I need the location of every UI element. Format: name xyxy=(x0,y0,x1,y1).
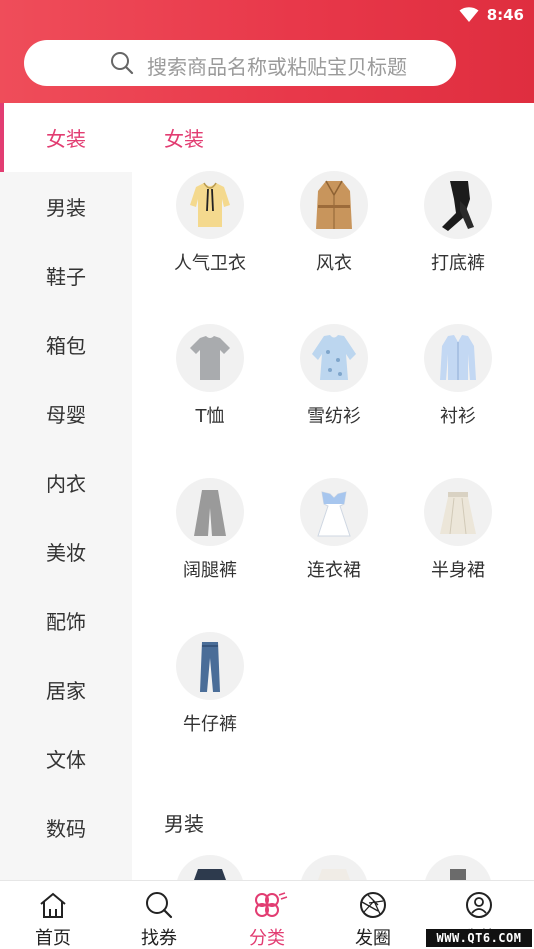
tab-coupons[interactable]: 找券 xyxy=(114,891,204,949)
status-bar: 8:46 xyxy=(459,4,524,26)
category-item-label: 阔腿裤 xyxy=(183,560,237,581)
sidebar-item-label: 内衣 xyxy=(46,472,86,496)
search-icon xyxy=(111,52,134,75)
header: 8:46 搜索商品名称或粘贴宝贝标题 xyxy=(0,0,534,103)
category-item-label: T恤 xyxy=(195,406,225,427)
search-coupon-icon xyxy=(146,892,173,919)
mens-tshirt-icon xyxy=(300,855,368,880)
sidebar-item-label: 鞋子 xyxy=(46,265,86,289)
category-item[interactable]: 风衣 xyxy=(272,171,396,275)
site-watermark: WWW.QT6.COM xyxy=(426,929,532,947)
aperture-icon xyxy=(360,892,386,918)
sidebar-item-baby[interactable]: 母婴 xyxy=(0,379,132,448)
category-item-label: 半身裙 xyxy=(431,560,485,581)
tab-label: 找券 xyxy=(141,928,177,949)
category-item-label: 连衣裙 xyxy=(307,560,361,581)
category-item[interactable] xyxy=(148,855,272,880)
sidebar-item-label: 男装 xyxy=(46,196,86,220)
category-item[interactable]: 半身裙 xyxy=(396,478,520,582)
mens-sweater-icon xyxy=(176,855,244,880)
category-item[interactable]: 打底裤 xyxy=(396,171,520,275)
sidebar-item-label: 数码 xyxy=(46,817,86,841)
search-bar[interactable]: 搜索商品名称或粘贴宝贝标题 xyxy=(24,40,456,86)
section-title-womens: 女装 xyxy=(164,127,204,151)
sidebar-item-label: 箱包 xyxy=(46,334,86,358)
category-item[interactable]: 雪纺衫 xyxy=(272,324,396,428)
section-title-mens: 男装 xyxy=(164,812,204,836)
sidebar-item-label: 居家 xyxy=(46,679,86,703)
hoodie-icon xyxy=(176,171,244,239)
category-item-label: 人气卫衣 xyxy=(174,253,246,274)
tab-label: 发圈 xyxy=(355,928,391,949)
sidebar-item-label: 母婴 xyxy=(46,403,86,427)
trench-coat-icon xyxy=(300,171,368,239)
home-icon xyxy=(40,892,66,918)
category-item[interactable] xyxy=(272,855,396,880)
category-item-label: 牛仔裤 xyxy=(183,714,237,735)
category-sidebar: 女装 男装 鞋子 箱包 母婴 内衣 美妆 配饰 居家 文体 数码 xyxy=(0,103,132,880)
category-item-label: 风衣 xyxy=(316,253,352,274)
category-item[interactable]: T恤 xyxy=(148,324,272,428)
chiffon-shirt-icon xyxy=(300,324,368,392)
leggings-icon xyxy=(424,171,492,239)
category-item-label: 打底裤 xyxy=(431,253,485,274)
sidebar-item-mens[interactable]: 男装 xyxy=(0,172,132,241)
tab-label: 首页 xyxy=(35,928,71,949)
category-item[interactable]: 人气卫衣 xyxy=(148,171,272,275)
search-placeholder: 搜索商品名称或粘贴宝贝标题 xyxy=(147,55,407,79)
category-item-label: 衬衫 xyxy=(440,406,476,427)
skirt-icon xyxy=(424,478,492,546)
sidebar-item-womens[interactable]: 女装 xyxy=(0,103,132,172)
mens-pants-icon xyxy=(424,855,492,880)
user-icon xyxy=(466,892,492,918)
category-item[interactable]: 连衣裙 xyxy=(272,478,396,582)
sidebar-item-bags[interactable]: 箱包 xyxy=(0,310,132,379)
sidebar-item-underwear[interactable]: 内衣 xyxy=(0,448,132,517)
sidebar-item-shoes[interactable]: 鞋子 xyxy=(0,241,132,310)
wifi-icon xyxy=(459,7,479,22)
dress-icon xyxy=(300,478,368,546)
sidebar-item-label: 女装 xyxy=(46,127,86,151)
shirt-icon xyxy=(424,324,492,392)
tab-home[interactable]: 首页 xyxy=(8,891,98,949)
sidebar-item-accessories[interactable]: 配饰 xyxy=(0,586,132,655)
category-item[interactable]: 牛仔裤 xyxy=(148,632,272,736)
sidebar-item-label: 配饰 xyxy=(46,610,86,634)
category-item[interactable] xyxy=(396,855,520,880)
sidebar-item-home[interactable]: 居家 xyxy=(0,655,132,724)
status-time: 8:46 xyxy=(486,6,524,24)
sidebar-item-digital[interactable]: 数码 xyxy=(0,793,132,862)
sidebar-item-sports[interactable]: 文体 xyxy=(0,724,132,793)
wide-leg-pants-icon xyxy=(176,478,244,546)
jeans-icon xyxy=(176,632,244,700)
category-item-label: 雪纺衫 xyxy=(307,406,361,427)
tab-label: 分类 xyxy=(249,928,285,949)
category-item[interactable]: 阔腿裤 xyxy=(148,478,272,582)
category-item[interactable]: 衬衫 xyxy=(396,324,520,428)
sidebar-item-label: 美妆 xyxy=(46,541,86,565)
category-flower-icon xyxy=(255,892,288,917)
sidebar-item-label: 文体 xyxy=(46,748,86,772)
tab-category[interactable]: 分类 xyxy=(222,891,312,949)
category-content: 女装 人气卫衣 风衣 打底裤 T恤 雪纺衫 衬衫 阔腿裤 连衣裙 半身裙 牛仔裤… xyxy=(132,103,534,880)
tab-moments[interactable]: 发圈 xyxy=(328,891,418,949)
tshirt-icon xyxy=(176,324,244,392)
sidebar-item-beauty[interactable]: 美妆 xyxy=(0,517,132,586)
